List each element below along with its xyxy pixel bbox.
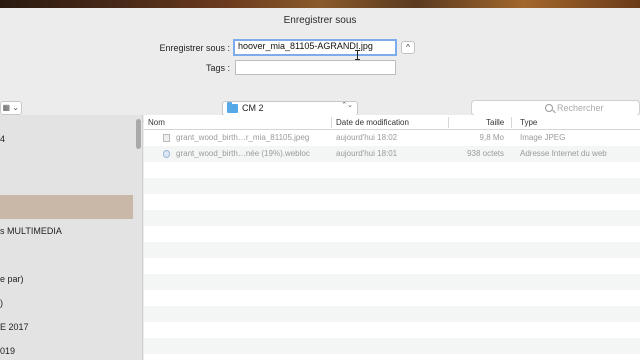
empty-row — [144, 258, 640, 274]
sidebar-item-label: 4 — [0, 134, 6, 144]
search-field[interactable]: Rechercher — [471, 100, 640, 116]
column-header-size[interactable]: Taille — [486, 115, 504, 130]
empty-row — [144, 162, 640, 178]
empty-row — [144, 242, 640, 258]
file-kind: Adresse Internet du web — [520, 149, 607, 158]
sidebar-item-label: s MULTIMEDIA — [0, 226, 62, 236]
empty-row — [144, 226, 640, 242]
sidebar-item[interactable]: 4 — [0, 127, 133, 151]
file-kind: Image JPEG — [520, 133, 566, 142]
sidebar-item-label: E 2017 — [0, 322, 29, 332]
column-header-kind[interactable]: Type — [520, 115, 537, 130]
file-name: grant_wood_birth…r_mia_81105.jpeg — [176, 133, 310, 142]
sidebar-scrollbar[interactable] — [136, 119, 141, 149]
save-as-label: Enregistrer sous : — [159, 43, 230, 53]
image-file-icon — [163, 134, 170, 142]
empty-row — [144, 354, 640, 360]
column-header-date[interactable]: Date de modification — [336, 115, 409, 130]
chevron-up-icon: ^ — [406, 43, 410, 52]
file-row[interactable]: grant_wood_birth…r_mia_81105.jpeg aujour… — [144, 130, 640, 146]
file-date: aujourd'hui 18:02 — [336, 133, 398, 142]
file-size: 9,8 Mo — [479, 133, 504, 142]
sidebar-item[interactable]: E 2017 — [0, 315, 133, 339]
empty-row — [144, 178, 640, 194]
dialog-title: Enregistrer sous — [283, 15, 357, 26]
tags-label: Tags : — [205, 63, 230, 73]
sidebar-item-selected[interactable] — [0, 195, 133, 219]
up-down-chevron-icon: ⌃⌄ — [341, 102, 353, 109]
search-icon — [545, 104, 553, 112]
location-label: CM 2 — [242, 103, 264, 113]
sidebar-item[interactable]: 019 — [0, 339, 133, 360]
file-list: Nom Date de modification Taille Type gra… — [144, 115, 640, 360]
sidebar-item[interactable]: ) — [0, 291, 133, 315]
file-size: 938 octets — [467, 149, 504, 158]
expand-dialog-button[interactable]: ^ — [401, 41, 415, 54]
sidebar-item-label: e par) — [0, 274, 24, 284]
file-row[interactable]: grant_wood_birth…née (19%).webloc aujour… — [144, 146, 640, 162]
sidebar: 4 s MULTIMEDIA e par) ) E 2017 019 — [0, 115, 143, 360]
sidebar-item-label: 019 — [0, 346, 16, 356]
empty-row — [144, 338, 640, 354]
column-header-name[interactable]: Nom — [148, 115, 165, 130]
save-as-field[interactable]: hoover_mia_81105-AGRANDI.jpg — [233, 39, 397, 56]
location-popup[interactable]: CM 2 ⌃⌄ — [222, 101, 358, 116]
sidebar-item[interactable]: s MULTIMEDIA — [0, 219, 133, 243]
empty-row — [144, 290, 640, 306]
file-date: aujourd'hui 18:01 — [336, 149, 398, 158]
webloc-file-icon — [163, 150, 170, 158]
tags-field[interactable] — [235, 60, 396, 75]
view-mode-button[interactable]: ▦ ⌄ — [0, 101, 22, 115]
column-divider — [448, 117, 449, 128]
empty-row — [144, 194, 640, 210]
search-placeholder: Rechercher — [557, 103, 604, 113]
folder-icon — [227, 102, 238, 113]
file-list-header: Nom Date de modification Taille Type — [144, 115, 640, 130]
file-name: grant_wood_birth…née (19%).webloc — [176, 149, 310, 158]
column-divider — [331, 117, 332, 128]
sidebar-item-label: ) — [0, 298, 3, 308]
empty-row — [144, 306, 640, 322]
empty-row — [144, 210, 640, 226]
text-cursor-icon — [355, 50, 360, 60]
save-options: Enregistrer sous : hoover_mia_81105-AGRA… — [0, 30, 640, 92]
sidebar-item[interactable]: e par) — [0, 267, 133, 291]
empty-row — [144, 322, 640, 338]
sidebar-item[interactable] — [0, 243, 133, 267]
empty-row — [144, 274, 640, 290]
column-divider — [511, 117, 512, 128]
